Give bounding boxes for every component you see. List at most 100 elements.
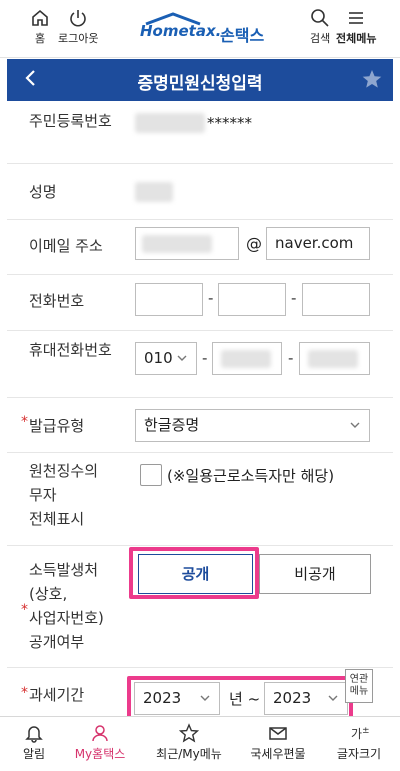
required-mark: * (21, 414, 28, 430)
svg-text:가: 가 (351, 727, 362, 741)
private-button[interactable]: 비공개 (259, 554, 371, 594)
mobile-label: 휴대전화번호 (29, 341, 112, 359)
income-source-label-line1: 소득발생처 (29, 561, 99, 579)
related-menu-line1: 연관 (349, 674, 369, 685)
hamburger-icon (349, 12, 364, 24)
mobile-dash-1: - (202, 349, 208, 367)
withholding-label-line1: 원천징수의 (29, 462, 99, 480)
issue-type-select[interactable]: 한글증명 (135, 409, 370, 442)
nav-text-size-label: 글자크기 (336, 747, 382, 761)
mobile-last-field[interactable] (299, 342, 370, 375)
logo-text: Hometax. (140, 22, 222, 40)
tax-year-separator: 년 ~ (229, 690, 261, 708)
nav-text-size[interactable]: 가 ± 글자크기 (326, 723, 392, 762)
mobile-dash-2: - (288, 349, 294, 367)
email-id-field[interactable] (135, 227, 239, 260)
mail-icon (269, 727, 287, 740)
income-source-label-line4: 공개여부 (29, 633, 85, 651)
resident-number-row: 주민등록번호 ****** (7, 101, 393, 164)
nav-my-hometax-label: My홈택스 (74, 747, 126, 761)
related-menu-tab[interactable]: 연관 메뉴 (345, 669, 373, 703)
issue-type-row: * 발급유형 한글증명 (7, 398, 393, 453)
income-source-label-line3: 사업자번호) (29, 609, 104, 627)
tax-year-to-select[interactable]: 2023 (264, 682, 348, 715)
name-blurred (135, 182, 173, 202)
name-row: 성명 (7, 164, 393, 220)
page-title: 증명민원신청입력 (137, 74, 263, 94)
chevron-down-icon (200, 695, 210, 701)
phone-dash-1: - (208, 289, 214, 307)
income-source-label-line2: (상호, (29, 585, 68, 603)
nav-recent-my-menu-label: 최근/My메뉴 (156, 747, 222, 761)
withholding-label-line3: 전체표시 (29, 510, 85, 528)
nav-recent-my-menu[interactable]: 최근/My메뉴 (144, 723, 234, 762)
email-domain-field[interactable]: naver.com (266, 227, 370, 260)
logout-label: 로그아웃 (58, 32, 99, 45)
logo-korean-text: 손택스 (220, 26, 265, 45)
mobile-last-blurred (308, 350, 358, 368)
power-icon (70, 10, 87, 27)
phone-dash-2: - (291, 289, 297, 307)
home-label: 홈 (34, 32, 46, 45)
chevron-down-icon (328, 695, 338, 701)
withholding-label-line2: 무자 (29, 486, 57, 504)
nav-my-hometax[interactable]: My홈택스 (62, 723, 138, 762)
mobile-row: 휴대전화번호 010 - - (7, 331, 393, 398)
tax-year-from-select[interactable]: 2023 (134, 682, 220, 715)
home-icon (32, 9, 48, 26)
issue-type-label: 발급유형 (29, 417, 85, 435)
svg-text:±: ± (362, 726, 369, 736)
home-button[interactable]: 홈 (30, 8, 50, 46)
search-label: 검색 (310, 32, 331, 45)
full-menu-label: 전체메뉴 (336, 32, 377, 45)
public-button-highlight (129, 547, 259, 599)
nav-notifications-label: 알림 (22, 747, 46, 761)
issue-type-value: 한글증명 (144, 416, 200, 434)
email-label: 이메일 주소 (29, 237, 103, 255)
page-title-bar: 증명민원신청입력 (7, 59, 393, 101)
mobile-prefix-value: 010 (144, 349, 173, 367)
required-mark: * (21, 685, 28, 701)
resident-number-masked: ****** (207, 114, 252, 132)
nav-tax-mail-label: 국세우편물 (250, 747, 306, 761)
name-label: 성명 (29, 183, 57, 201)
chevron-down-icon (177, 355, 187, 361)
tax-period-label: 과세기간 (29, 686, 85, 704)
email-id-blurred (142, 235, 212, 253)
phone-area-field[interactable] (135, 283, 203, 316)
favorite-button[interactable] (361, 68, 383, 94)
search-button[interactable]: 검색 (310, 8, 330, 46)
nav-notifications[interactable]: 알림 (14, 723, 54, 762)
star-icon (179, 723, 199, 743)
income-source-label: 소득발생처 (상호, 사업자번호) 공개여부 (29, 558, 104, 654)
hometax-logo[interactable]: Hometax. 손택스 (136, 12, 268, 46)
required-mark: * (21, 602, 28, 618)
text-size-icon: 가 ± (351, 726, 369, 741)
chevron-down-icon (350, 422, 360, 428)
email-row: 이메일 주소 @ naver.com (7, 220, 393, 275)
mobile-prefix-select[interactable]: 010 (135, 342, 197, 375)
mobile-middle-field[interactable] (212, 342, 282, 375)
person-icon (92, 725, 108, 742)
tax-year-to-value: 2023 (273, 689, 312, 707)
full-menu-button[interactable]: 전체메뉴 (336, 8, 376, 46)
phone-row: 전화번호 - - (7, 275, 393, 331)
nav-tax-mail[interactable]: 국세우편물 (240, 723, 316, 762)
mobile-middle-blurred (221, 350, 271, 368)
phone-last-field[interactable] (302, 283, 370, 316)
tax-period-row: * 과세기간 2023 년 ~ 2023 (7, 668, 393, 720)
withholding-label: 원천징수의 무자 전체표시 (29, 459, 98, 531)
tax-year-from-value: 2023 (143, 689, 182, 707)
withholding-row: 원천징수의 무자 전체표시 (※일용근로소득자만 해당) (7, 453, 393, 546)
bell-icon (25, 726, 43, 743)
withholding-checkbox-text: (※일용근로소득자만 해당) (167, 467, 335, 485)
withholding-checkbox[interactable] (140, 464, 162, 486)
search-icon (311, 9, 329, 27)
resident-number-label: 주민등록번호 (29, 112, 112, 130)
related-menu-line2: 메뉴 (349, 686, 369, 697)
email-at-sign: @ (246, 234, 262, 253)
star-icon (362, 70, 382, 88)
top-bar: 홈 로그아웃 Hometax. 손택스 검색 전체메뉴 (0, 0, 400, 58)
phone-middle-field[interactable] (218, 283, 286, 316)
logout-button[interactable]: 로그아웃 (58, 8, 98, 46)
